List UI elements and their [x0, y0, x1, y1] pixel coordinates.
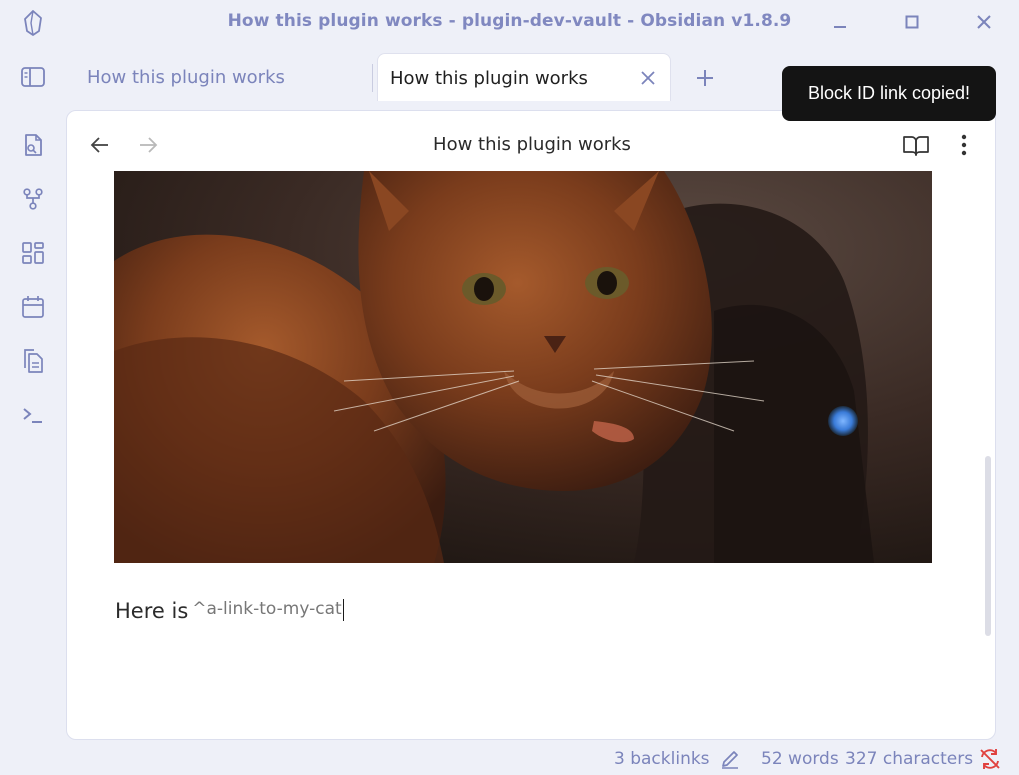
minimize-icon[interactable]	[829, 11, 851, 33]
sync-off-icon[interactable]	[978, 747, 1002, 771]
file-search-icon[interactable]	[20, 132, 46, 158]
close-icon[interactable]	[973, 11, 995, 33]
status-bar: 3 backlinks 52 words 327 characters	[0, 742, 1019, 775]
maximize-icon[interactable]	[901, 11, 923, 33]
block-id: ^a-link-to-my-cat	[192, 599, 342, 619]
more-vertical-icon[interactable]	[952, 132, 976, 158]
pencil-icon[interactable]	[719, 748, 741, 770]
book-open-icon[interactable]	[902, 132, 930, 158]
notice-message: Block ID link copied!	[807, 83, 971, 103]
sidebar-left-icon[interactable]	[20, 65, 46, 89]
window-title: How this plugin works - plugin-dev-vault…	[227, 11, 792, 31]
backlinks-count[interactable]: 3 backlinks	[614, 749, 710, 769]
layout-dashboard-icon[interactable]	[20, 240, 46, 266]
notice-toast[interactable]: Block ID link copied!	[782, 66, 996, 121]
editor-pane: How this plugin works Here is ^a-link-to…	[66, 110, 996, 740]
text-caret	[342, 599, 345, 621]
tab-inactive[interactable]: How this plugin works	[87, 67, 285, 88]
tab-divider	[372, 64, 373, 92]
x-icon[interactable]	[639, 69, 657, 87]
tab-active[interactable]: How this plugin works	[377, 53, 671, 101]
editor-line[interactable]: Here is ^a-link-to-my-cat	[115, 599, 345, 623]
tab-active-label: How this plugin works	[390, 68, 588, 89]
files-copy-icon[interactable]	[20, 348, 46, 374]
title-bar: How this plugin works - plugin-dev-vault…	[0, 0, 1019, 46]
body-text: Here is	[115, 599, 189, 623]
view-title[interactable]: How this plugin works	[67, 134, 995, 155]
cat-photo	[114, 171, 932, 563]
graph-icon[interactable]	[20, 186, 46, 212]
scrollbar-thumb[interactable]	[985, 456, 991, 636]
character-count: 327 characters	[845, 749, 974, 769]
word-count: 52 words	[761, 749, 839, 769]
left-ribbon	[0, 108, 66, 748]
terminal-icon[interactable]	[20, 402, 46, 428]
calendar-icon[interactable]	[20, 294, 46, 320]
plus-icon[interactable]	[694, 67, 716, 89]
